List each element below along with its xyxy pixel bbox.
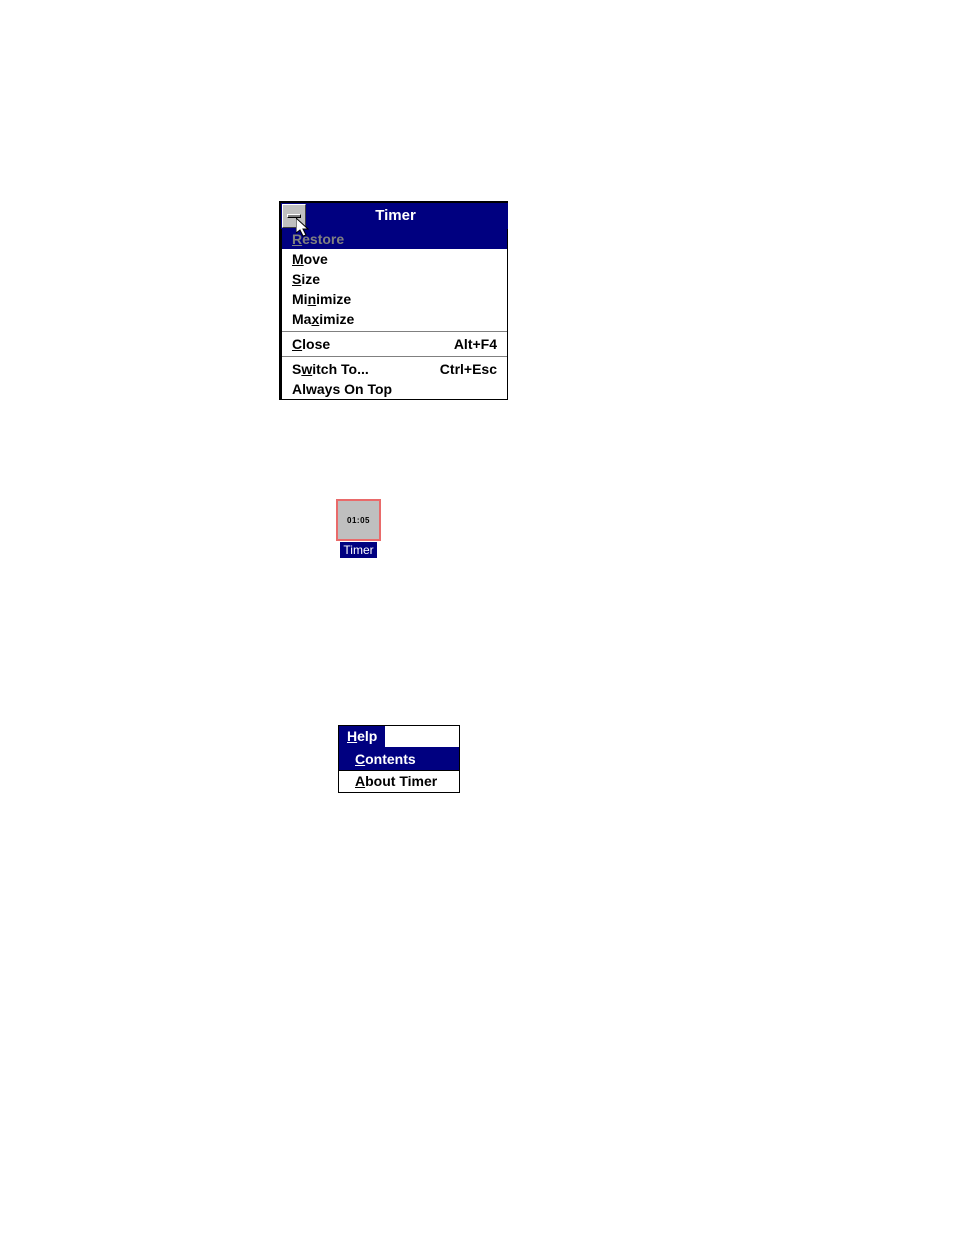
help-menu-item-contents[interactable]: Contents [339, 749, 459, 770]
timer-icon-caption: Timer [340, 542, 376, 558]
menu-item-switch-to[interactable]: Switch To... Ctrl+Esc [282, 359, 507, 379]
timer-icon-display: 01:05 [336, 499, 381, 541]
help-menu-item-about[interactable]: About Timer [339, 770, 459, 792]
dash-icon [287, 214, 301, 218]
menu-item-restore[interactable]: Restore [282, 229, 507, 249]
system-menu-window: Timer Restore Move Size Minimize Maximiz… [279, 201, 508, 400]
help-menu-bar: Help [339, 726, 459, 749]
menu-item-close[interactable]: Close Alt+F4 [282, 334, 507, 354]
help-menu: Help Contents About Timer [338, 725, 460, 793]
help-menu-button[interactable]: Help [339, 726, 385, 747]
timer-icon-time: 01:05 [347, 516, 370, 525]
menu-item-maximize[interactable]: Maximize [282, 309, 507, 329]
menu-item-minimize[interactable]: Minimize [282, 289, 507, 309]
menu-item-always-on-top[interactable]: Always On Top [282, 379, 507, 399]
timer-minimized-icon[interactable]: 01:05 Timer [336, 499, 381, 559]
menu-separator [282, 356, 507, 357]
menu-item-size[interactable]: Size [282, 269, 507, 289]
menu-item-move[interactable]: Move [282, 249, 507, 269]
window-title: Timer [307, 203, 508, 229]
help-menu-dropdown: Contents About Timer [339, 749, 459, 792]
menu-separator [282, 331, 507, 332]
system-menu: Restore Move Size Minimize Maximize Clos… [281, 229, 508, 400]
control-menu-icon[interactable] [282, 204, 306, 228]
titlebar[interactable]: Timer [281, 203, 508, 229]
